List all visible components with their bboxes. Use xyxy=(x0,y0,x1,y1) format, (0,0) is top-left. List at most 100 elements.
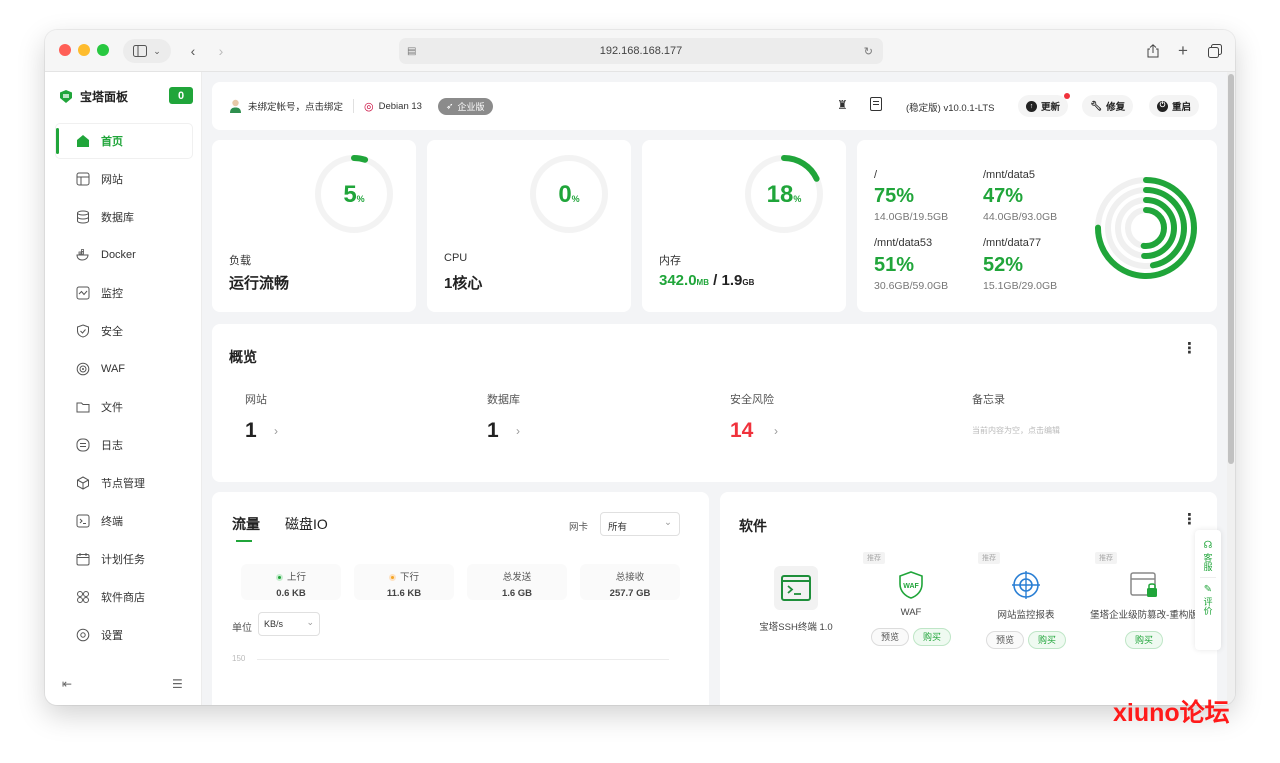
close-window-button[interactable] xyxy=(59,44,71,56)
sidebar-item-cron[interactable]: 计划任务 xyxy=(56,542,192,576)
repair-button[interactable]: 🔧︎ 修复 xyxy=(1082,95,1134,117)
sidebar-item-label: 网站 xyxy=(101,174,123,186)
minimize-window-button[interactable] xyxy=(78,44,90,56)
overview-label: 安全风险 xyxy=(730,394,774,406)
settings-icon xyxy=(76,628,90,642)
message-count-badge[interactable]: 0 xyxy=(169,87,193,104)
sidebar-item-label: 监控 xyxy=(101,288,123,300)
cpu-card[interactable]: 0% CPU 1核心 xyxy=(427,140,631,312)
sidebar-item-nodes[interactable]: 节点管理 xyxy=(56,466,192,500)
tabs-overview-button[interactable] xyxy=(1205,39,1225,63)
overview-value: 14 xyxy=(730,419,754,442)
forward-button[interactable]: › xyxy=(211,39,231,63)
menu-settings-button[interactable]: ☰ xyxy=(172,677,183,691)
load-card[interactable]: 5% 负载 运行流畅 xyxy=(212,140,416,312)
nic-select[interactable]: 所有 ⌄ xyxy=(600,512,680,536)
chevron-right-icon: › xyxy=(516,424,520,438)
alert-bell-icon[interactable]: ♜ xyxy=(837,98,848,112)
unit-select-value: KB/s xyxy=(264,619,284,629)
version-text: (稳定版) v10.0.1-LTS xyxy=(906,103,995,114)
memory-card[interactable]: 18% 内存 342.0MB / 1.9GB xyxy=(642,140,846,312)
brand-name: 宝塔面板 xyxy=(80,90,129,104)
buy-button[interactable]: 购买 xyxy=(913,628,952,646)
recommend-tag: 推荐 xyxy=(863,552,885,564)
os-info: ◎ Debian 13 xyxy=(364,100,422,113)
disk-card[interactable]: / 75% 14.0GB/19.5GB /mnt/data5 47% 44.0G… xyxy=(857,140,1217,312)
update-icon: ↑ xyxy=(1026,100,1037,112)
buy-button[interactable]: 购买 xyxy=(1028,631,1067,649)
software-item-ssh-terminal[interactable]: 宝塔SSH终端 1.0 xyxy=(736,566,856,633)
software-name: 宝塔SSH终端 1.0 xyxy=(759,622,833,633)
sidebar-toggle-button[interactable]: ⌄ xyxy=(123,39,171,63)
overview-label: 数据库 xyxy=(487,394,520,406)
y-axis-tick: 150 xyxy=(232,654,246,663)
overview-value: 1 xyxy=(487,419,499,442)
update-button[interactable]: ↑ 更新 xyxy=(1018,93,1071,117)
log-icon xyxy=(76,438,90,452)
overview-menu-icon[interactable]: ⋮ xyxy=(1182,341,1197,356)
node-icon xyxy=(76,476,90,490)
sidebar-item-security[interactable]: 安全 xyxy=(56,314,192,348)
chart-gridline xyxy=(257,659,669,660)
disk-size: 15.1GB/29.0GB xyxy=(983,280,1058,292)
sidebar-item-label: WAF xyxy=(101,363,126,375)
share-button[interactable] xyxy=(1143,39,1163,63)
maximize-window-button[interactable] xyxy=(97,44,109,56)
software-item-site-monitor[interactable]: 推荐 网站监控报表 预览 购买 xyxy=(966,552,1086,649)
sidebar-item-website[interactable]: 网站 xyxy=(56,162,192,196)
software-menu-icon[interactable]: ⋮ xyxy=(1182,512,1197,527)
sidebar-item-terminal[interactable]: 终端 xyxy=(56,504,192,538)
software-name: 网站监控报表 xyxy=(997,610,1055,621)
edition-badge[interactable]: ➶ 企业版 xyxy=(437,97,493,115)
disk-name: /mnt/data53 xyxy=(874,237,933,249)
sidebar-item-database[interactable]: 数据库 xyxy=(56,200,192,234)
floating-help-bar: ☊ 客服 ✎ 评价 xyxy=(1195,530,1221,650)
address-bar[interactable]: ▤ 192.168.168.177 ↻ xyxy=(399,38,883,64)
cpu-label: CPU xyxy=(444,252,468,264)
upload-stat: 上行 0.6 KB xyxy=(241,564,341,600)
software-item-tamper-proof[interactable]: 推荐 堡塔企业级防篡改-重构版 购买 xyxy=(1081,552,1207,649)
total-received-stat: 总接收 257.7 GB xyxy=(580,564,680,600)
sidebar-item-home[interactable]: 首页 xyxy=(56,124,192,158)
unit-select[interactable]: KB/s ⌄ xyxy=(258,612,320,636)
sidebar-item-monitor[interactable]: 监控 xyxy=(56,276,192,310)
sidebar-item-store[interactable]: 软件商店 xyxy=(56,580,192,614)
disk-percent: 75% xyxy=(874,185,915,207)
tab-disk-io[interactable]: 磁盘IO xyxy=(285,514,328,534)
chevron-down-icon: ⌄ xyxy=(153,45,161,56)
sidebar-item-docker[interactable]: Docker xyxy=(56,238,192,272)
tab-traffic[interactable]: 流量 xyxy=(232,514,260,534)
browser-titlebar: ⌄ ‹ › ▤ 192.168.168.177 ↻ + xyxy=(45,30,1235,72)
sidebar-item-files[interactable]: 文件 xyxy=(56,390,192,424)
sidebar-item-label: 日志 xyxy=(101,440,123,452)
sidebar-item-logs[interactable]: 日志 xyxy=(56,428,192,462)
unit-label: 单位 xyxy=(232,623,252,634)
reload-icon[interactable]: ↻ xyxy=(864,45,873,58)
disk-percent: 52% xyxy=(983,254,1024,276)
cpu-cores: 1核心 xyxy=(444,275,483,292)
buy-button[interactable]: 购买 xyxy=(1124,631,1163,649)
sidebar-item-settings[interactable]: 设置 xyxy=(56,618,192,652)
load-value: 5% xyxy=(343,181,365,208)
collapse-sidebar-button[interactable]: ⇤ xyxy=(62,677,72,691)
preview-button[interactable]: 预览 xyxy=(985,631,1024,649)
back-button[interactable]: ‹ xyxy=(183,39,203,63)
notes-icon[interactable] xyxy=(870,97,882,114)
overview-value: 1 xyxy=(245,419,257,442)
sidebar-item-waf[interactable]: WAF xyxy=(56,352,192,386)
scrollbar-thumb[interactable] xyxy=(1228,74,1234,464)
calendar-icon xyxy=(76,552,90,566)
preview-button[interactable]: 预览 xyxy=(870,628,909,646)
main-scrollbar[interactable] xyxy=(1227,72,1235,705)
brand[interactable]: 宝塔面板 xyxy=(60,88,128,105)
review-button[interactable]: ✎ 评价 xyxy=(1195,584,1221,615)
upload-dot-icon xyxy=(275,574,283,581)
restart-button[interactable]: ⏻ 重启 xyxy=(1149,95,1200,117)
software-item-waf[interactable]: 推荐 WAF WAF 预览 购买 xyxy=(851,552,971,646)
customer-service-button[interactable]: ☊ 客服 xyxy=(1195,530,1221,571)
top-status-bar: 未绑定帐号，点击绑定 ◎ Debian 13 ➶ 企业版 ♜ (稳定版) v10… xyxy=(212,82,1217,130)
account-bind-link[interactable]: 未绑定帐号，点击绑定 xyxy=(229,99,343,113)
new-tab-button[interactable]: + xyxy=(1173,39,1193,63)
memory-value: 18% xyxy=(766,181,802,208)
disk-size: 30.6GB/59.0GB xyxy=(874,280,949,292)
